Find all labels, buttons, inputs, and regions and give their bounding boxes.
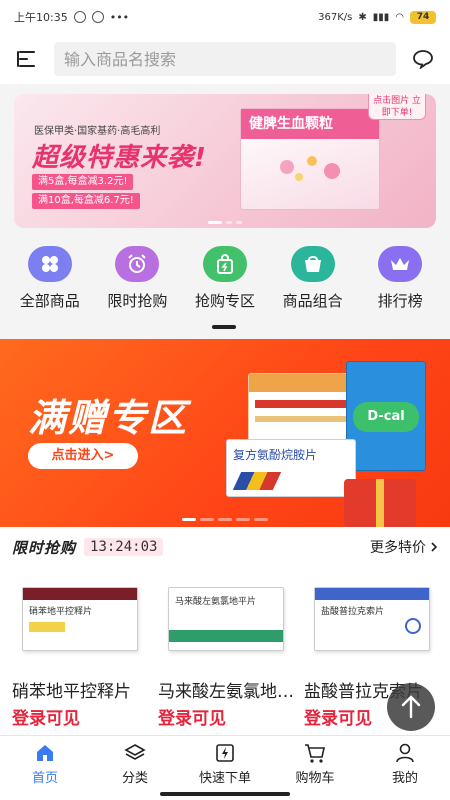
banner-product-name: 健脾生血颗粒 [241, 109, 379, 139]
tab-quick-order[interactable]: 快速下单 [180, 736, 270, 800]
basket-icon [290, 246, 335, 282]
d-cal-label: D-cal [353, 402, 419, 432]
tab-label: 购物车 [295, 771, 335, 786]
tab-label: 首页 [31, 771, 58, 786]
message-button[interactable] [408, 44, 438, 74]
gift-zone-title: 满赠专区 [28, 396, 189, 440]
product-image: 硝苯地平控释片 [12, 567, 148, 671]
notification-icon [91, 11, 104, 23]
carousel-dot [236, 518, 250, 521]
alarm-clock-icon [115, 246, 160, 282]
quick-nav-flash-sale[interactable]: 限时抢购 [97, 246, 177, 318]
quick-nav-page-indicator [212, 325, 236, 329]
flash-sale-logo: 限时抢购 [12, 538, 77, 557]
banner-title: 超级特惠来袭! [32, 143, 207, 173]
tab-label: 我的 [391, 771, 418, 786]
product-box-label: 复方氨酚烷胺片 [233, 448, 318, 462]
gift-box-icon [344, 479, 416, 527]
quick-nav-ranking[interactable]: 排行榜 [360, 246, 440, 318]
enter-gift-zone-button[interactable]: 点击进入> [28, 443, 138, 469]
search-box[interactable] [54, 42, 396, 76]
carousel-dot [182, 518, 196, 521]
clover-icon [27, 246, 72, 282]
product-image: 盐酸普拉克索片 [304, 567, 440, 671]
flower-illustration [280, 156, 340, 181]
menu-icon [17, 51, 35, 67]
product-box-label: 硝苯地平控释片 [29, 607, 93, 617]
chevron-right-icon [431, 542, 438, 552]
product-price: 登录可见 [158, 709, 226, 729]
crown-icon [378, 246, 423, 282]
search-input[interactable] [64, 49, 386, 69]
product-box-illustration: D-cal [346, 361, 426, 471]
user-icon [396, 743, 414, 763]
carousel-dot [200, 518, 214, 521]
carousel-dot [208, 221, 222, 224]
banner-offer-1: 满5盒,每盒减3.2元! [32, 174, 134, 190]
quick-nav-bundles[interactable]: 商品组合 [273, 246, 353, 318]
tab-label: 快速下单 [198, 771, 251, 786]
tab-home[interactable]: 首页 [0, 736, 90, 800]
carousel-dots [182, 518, 268, 521]
layers-icon [124, 744, 146, 760]
product-card[interactable]: 硝苯地平控释片 硝苯地平控释片 登录可见 [8, 567, 152, 735]
banner-subtitle: 医保甲类·国家基药·高毛高利 [34, 126, 161, 137]
back-to-top-button[interactable] [387, 683, 435, 731]
banner-offer-2: 满10盒,每盒减6.7元! [32, 193, 140, 209]
banner-product-box: 健脾生血颗粒 [240, 108, 380, 210]
product-image: 马来酸左氨氯地平片 [158, 567, 294, 671]
notification-icon [73, 11, 86, 23]
product-box-illustration: 复方氨酚烷胺片 [226, 439, 356, 497]
cart-icon [305, 744, 325, 763]
wifi-icon: ◠ [395, 11, 404, 23]
home-icon [37, 745, 53, 761]
product-box-label: 马来酸左氨氯地平片 [175, 597, 257, 607]
shopping-bag-icon [202, 246, 247, 282]
flash-sale-countdown: 13:24:03 [84, 538, 164, 556]
quick-nav-label: 全部商品 [19, 292, 80, 310]
carousel-dot [236, 221, 242, 224]
search-header [0, 34, 450, 84]
quick-nav: 全部商品 限时抢购 抢购专区 商品组合 排行榜 [0, 246, 450, 318]
quick-nav-label: 抢购专区 [194, 292, 255, 310]
quick-order-icon [216, 744, 234, 762]
status-bar: 上午10:35 ••• 367K/s ✱ ▮▮▮ ◠ 74 [0, 0, 450, 34]
tab-category[interactable]: 分类 [90, 736, 180, 800]
bluetooth-icon: ✱ [358, 11, 367, 23]
product-name: 马来酸左氨氯地平片 [158, 682, 294, 702]
product-price: 登录可见 [12, 709, 80, 729]
network-speed: 367K/s [318, 11, 353, 23]
tab-cart[interactable]: 购物车 [270, 736, 360, 800]
chat-bubble-icon [413, 50, 433, 69]
signal-icon: ▮▮▮ [372, 11, 390, 23]
quick-nav-label: 排行榜 [377, 292, 423, 310]
carousel-dots [208, 221, 242, 224]
quick-nav-label: 商品组合 [282, 292, 343, 310]
more-notifications-icon: ••• [109, 10, 130, 24]
arrow-up-icon [401, 695, 421, 719]
tab-profile[interactable]: 我的 [360, 736, 450, 800]
carousel-dot [218, 518, 232, 521]
bottom-tab-bar: 首页 分类 快速下单 购物车 我的 [0, 735, 450, 800]
tab-label: 分类 [121, 771, 148, 786]
carousel-dot [226, 221, 232, 224]
flash-sale-product-list: 硝苯地平控释片 硝苯地平控释片 登录可见 马来酸左氨氯地平片 马来酸左氨氯地平片… [0, 567, 450, 735]
quick-nav-rush-zone[interactable]: 抢购专区 [185, 246, 265, 318]
product-card[interactable]: 马来酸左氨氯地平片 马来酸左氨氯地平片 登录可见 [154, 567, 298, 735]
flash-sale-header: 限时抢购 13:24:03 更多特价 [0, 527, 450, 567]
banner-corner-tag[interactable]: 点击图片 立即下单! [368, 94, 426, 120]
menu-button[interactable] [12, 44, 42, 74]
gift-zone-banner[interactable]: 满赠专区 点击进入> D-cal 复方氨酚烷胺片 [0, 339, 450, 527]
status-time: 上午10:35 [14, 11, 68, 24]
battery-icon: 74 [410, 10, 436, 24]
product-name: 硝苯地平控释片 [12, 682, 131, 702]
quick-nav-label: 限时抢购 [107, 292, 168, 310]
quick-nav-all-products[interactable]: 全部商品 [10, 246, 90, 318]
more-deals-label: 更多特价 [370, 540, 426, 556]
promo-banner-carousel[interactable]: 医保甲类·国家基药·高毛高利 超级特惠来袭! 满5盒,每盒减3.2元! 满10盒… [14, 94, 436, 228]
more-deals-link[interactable]: 更多特价 [370, 537, 438, 557]
home-indicator [160, 792, 290, 796]
product-box-label: 盐酸普拉克索片 [321, 607, 385, 617]
carousel-dot [254, 518, 268, 521]
